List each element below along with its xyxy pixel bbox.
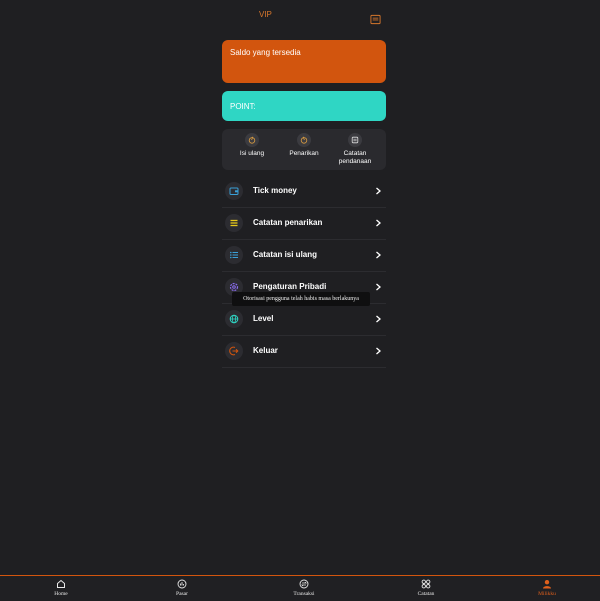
page-title: VIP [259,10,272,19]
tab-transaction[interactable]: Transaksi [274,579,334,597]
tab-label: Catatan [417,591,435,597]
recharge-icon [245,133,259,147]
funding-record-button[interactable]: Catatan pendanaan [330,133,380,166]
tab-home[interactable]: Home [31,579,91,597]
logout-icon [225,342,243,360]
tab-label: Milikku [538,591,556,597]
point-label: POINT: [230,102,256,111]
exchange-icon [299,579,309,589]
grid-icon [421,579,431,589]
withdraw-icon [297,133,311,147]
tab-mine[interactable]: Milikku [517,579,577,597]
menu-item-logout[interactable]: Keluar [222,336,386,368]
menu-item-recharge-record[interactable]: Catatan isi ulang [222,240,386,272]
list-lines-icon [225,214,243,232]
list-bullets-icon [225,246,243,264]
user-icon [543,580,551,589]
menu-item-tick-money[interactable]: Tick money [222,176,386,208]
chevron-right-icon [376,187,381,195]
chevron-right-icon [376,219,381,227]
balance-card: Saldo yang tersedia [222,40,386,83]
menu-label: Pengaturan Pribadi [253,282,327,291]
balance-label: Saldo yang tersedia [230,48,301,57]
chevron-right-icon [376,283,381,291]
funding-record-icon [348,133,362,147]
menu-label: Keluar [253,346,278,355]
chevron-right-icon [376,347,381,355]
menu-label: Catatan penarikan [253,218,323,227]
header: VIP [0,0,600,34]
home-icon [57,579,65,588]
funding-record-label: Catatan pendanaan [338,150,372,165]
toast-message: Otorisasi pengguna telah habis masa berl… [232,292,370,306]
quick-actions: Isi ulang Penarikan Catatan pendanaan [222,129,386,170]
globe-icon [225,310,243,328]
tab-market[interactable]: Pasar [152,579,212,597]
menu-label: Level [253,314,274,323]
message-icon[interactable] [370,14,381,25]
chevron-right-icon [376,251,381,259]
tab-label: Home [54,591,68,597]
menu-item-level[interactable]: Level [222,304,386,336]
bottom-tabbar: Home Pasar Transaksi Catatan Milikku [0,575,600,601]
withdraw-button[interactable]: Penarikan [279,133,329,158]
tab-label: Pasar [176,591,188,597]
recharge-button[interactable]: Isi ulang [227,133,277,158]
point-card: POINT: [222,91,386,121]
chevron-right-icon [376,315,381,323]
wallet-icon [225,182,243,200]
menu-list: Tick money Catatan penarikan Catatan isi… [222,176,386,368]
tab-label: Transaksi [293,591,315,597]
chart-icon [177,579,187,589]
menu-label: Tick money [253,186,297,195]
menu-item-withdrawal-record[interactable]: Catatan penarikan [222,208,386,240]
menu-label: Catatan isi ulang [253,250,318,259]
withdraw-label: Penarikan [289,150,319,157]
recharge-label: Isi ulang [239,150,265,157]
tab-records[interactable]: Catatan [396,579,456,597]
